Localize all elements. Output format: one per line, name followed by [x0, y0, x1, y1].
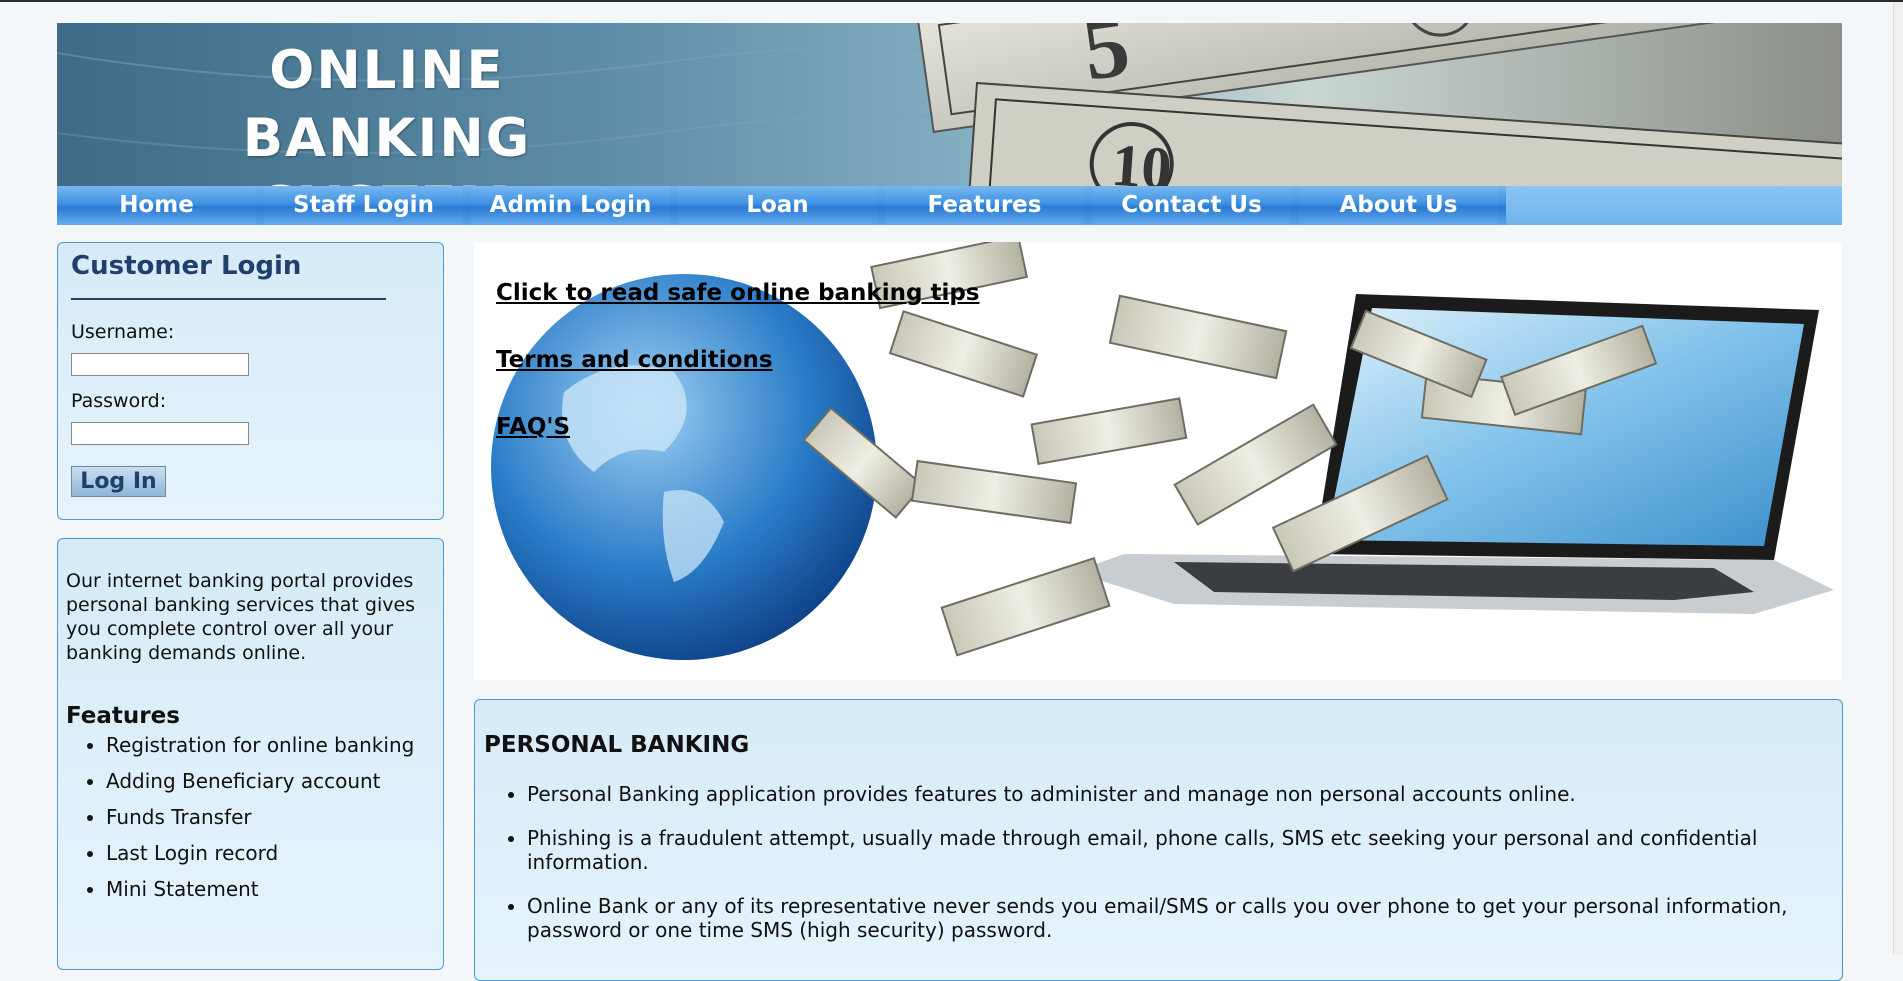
nav-admin-login[interactable]: Admin Login [471, 186, 670, 225]
nav-staff-login[interactable]: Staff Login [264, 186, 463, 225]
nav-loan[interactable]: Loan [678, 186, 877, 225]
money-laptop-image [491, 242, 1834, 660]
main-nav: Home Staff Login Admin Login Loan Featur… [57, 186, 1842, 225]
password-label: Password: [71, 390, 167, 412]
header-banner: 5 10 ONLINE BANKING SYSTEM [57, 23, 1842, 186]
features-list: Registration for online banking Adding B… [66, 727, 414, 907]
faq-link[interactable]: FAQ'S [496, 414, 570, 440]
divider [71, 298, 386, 300]
customer-login-panel: Customer Login Username: Password: Log I… [57, 242, 444, 520]
nav-contact-us[interactable]: Contact Us [1092, 186, 1291, 225]
terms-conditions-link[interactable]: Terms and conditions [496, 347, 773, 373]
personal-banking-heading: PERSONAL BANKING [484, 732, 750, 758]
username-input[interactable] [71, 353, 249, 376]
scrollbar[interactable] [1893, 2, 1903, 955]
list-item: Phishing is a fraudulent attempt, usuall… [527, 826, 1867, 874]
list-item: Adding Beneficiary account [106, 763, 414, 799]
nav-about-us[interactable]: About Us [1299, 186, 1498, 225]
nav-features[interactable]: Features [885, 186, 1084, 225]
features-heading: Features [66, 703, 180, 729]
list-item: Registration for online banking [106, 727, 414, 763]
personal-banking-list: Personal Banking application provides fe… [484, 782, 1867, 962]
nav-home[interactable]: Home [57, 186, 256, 225]
username-label: Username: [71, 321, 175, 343]
hero-banner: Click to read safe online banking tips T… [474, 242, 1842, 680]
site-title: ONLINE BANKING SYSTEM [242, 40, 532, 186]
list-item: Personal Banking application provides fe… [527, 782, 1867, 806]
list-item: Funds Transfer [106, 799, 414, 835]
password-input[interactable] [71, 422, 249, 445]
safe-banking-tips-link[interactable]: Click to read safe online banking tips [496, 280, 979, 306]
window-top-border [0, 0, 1903, 2]
portal-description: Our internet banking portal provides per… [66, 570, 416, 664]
nav-filler [1506, 186, 1842, 225]
svg-text:10: 10 [1109, 132, 1173, 186]
list-item: Online Bank or any of its representative… [527, 894, 1867, 942]
list-item: Mini Statement [106, 871, 414, 907]
login-title: Customer Login [71, 251, 302, 281]
login-button[interactable]: Log In [71, 466, 166, 497]
info-panel: Our internet banking portal provides per… [57, 538, 444, 970]
list-item: Last Login record [106, 835, 414, 871]
personal-banking-panel: PERSONAL BANKING Personal Banking applic… [474, 699, 1843, 981]
